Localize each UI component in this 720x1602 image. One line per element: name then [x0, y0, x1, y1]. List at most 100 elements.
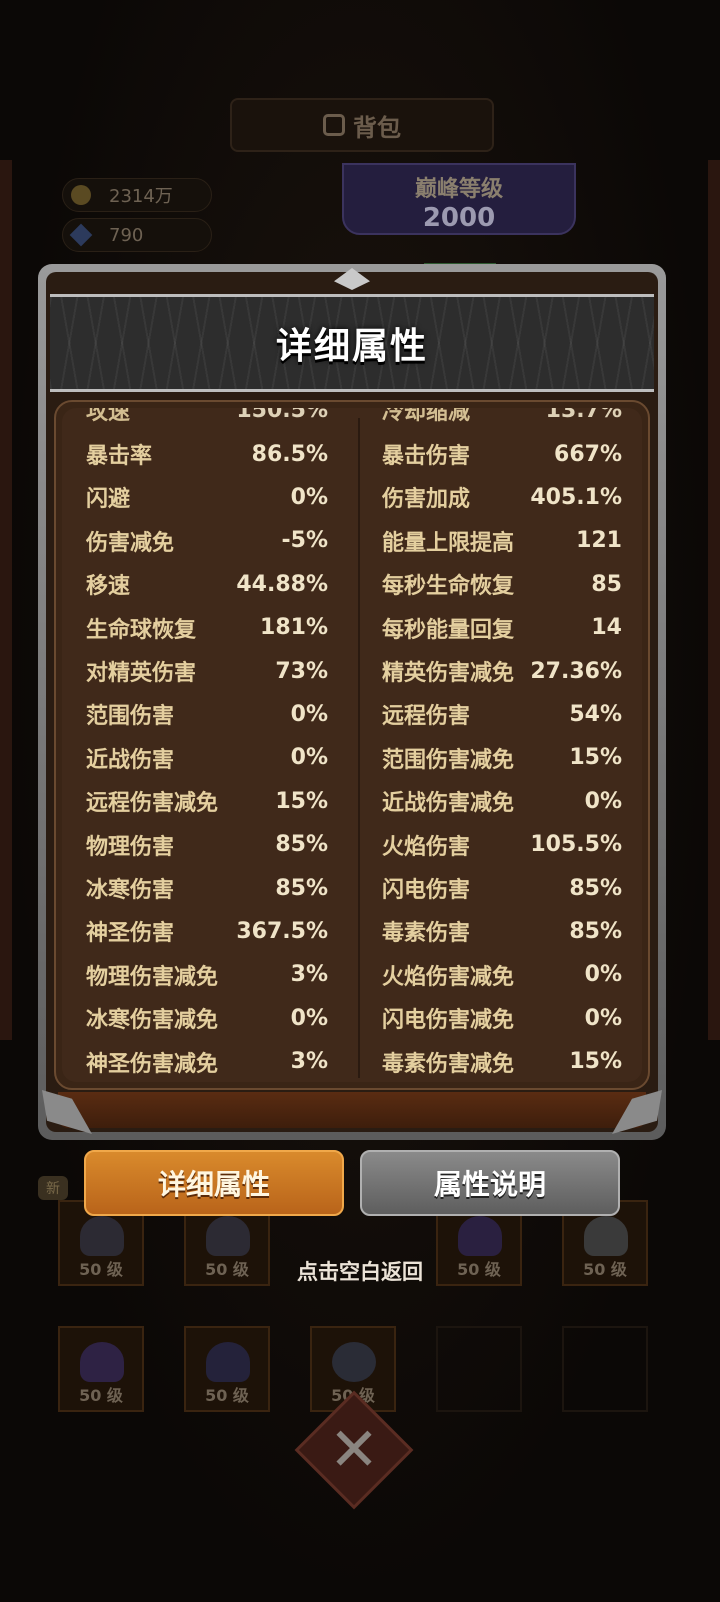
peak-level-badge: 巅峰等级 2000: [342, 163, 576, 235]
attribute-value: 0%: [290, 484, 328, 510]
attribute-label: 冰寒伤害: [86, 878, 175, 903]
tab-attribute-description[interactable]: 属性说明: [360, 1150, 620, 1216]
attribute-label: 每秒生命恢复: [382, 574, 515, 600]
bag-title-bar: 背包: [230, 98, 494, 152]
attribute-label: 闪电伤害: [382, 878, 471, 903]
attribute-value: 15%: [275, 788, 328, 814]
attribute-row: 神圣伤害 367.5% 毒素伤害 85%: [62, 911, 642, 951]
attribute-label: 闪避: [86, 487, 131, 513]
inventory-slot-empty[interactable]: [436, 1326, 522, 1412]
attribute-row: 物理伤害减免 3% 火焰伤害减免 0%: [62, 955, 642, 995]
gem-icon: [69, 223, 93, 247]
attribute-list[interactable]: 攻速 150.5% 冷却缩减 13.7% 暴击率 86.5% 暴击伤害 667% 闪避 0…: [62, 408, 642, 1082]
attribute-value: 85: [591, 571, 622, 597]
tap-to-return-hint: 点击空白返回: [297, 1260, 423, 1284]
bag-title: 背包: [353, 113, 401, 142]
attribute-value: 85%: [569, 875, 622, 901]
attribute-label: 冷却缩减: [382, 408, 471, 425]
attribute-value: 150.5%: [236, 408, 328, 423]
attribute-label: 能量上限提高: [382, 530, 515, 556]
attribute-label: 对精英伤害: [86, 661, 197, 686]
attribute-label: 范围伤害减免: [382, 747, 515, 773]
attribute-value: 405.1%: [530, 484, 622, 510]
attribute-row: 物理伤害 85% 火焰伤害 105.5%: [62, 825, 642, 865]
tab-detail-attributes[interactable]: 详细属性: [84, 1150, 344, 1216]
attribute-value: 0%: [584, 788, 622, 814]
attribute-label: 移速: [86, 574, 131, 600]
attribute-value: 3%: [290, 1049, 328, 1075]
attribute-row: 伤害减免 -5% 能量上限提高 121: [62, 521, 642, 561]
attribute-label: 范围伤害: [86, 704, 175, 730]
frame-right-edge: [708, 160, 720, 1040]
attribute-label: 神圣伤害: [86, 921, 175, 947]
attribute-value: 73%: [275, 658, 328, 684]
attribute-label: 毒素伤害: [382, 921, 471, 947]
attribute-value: 121: [576, 528, 622, 554]
attribute-value: 85%: [275, 832, 328, 858]
inventory-slot[interactable]: 50 级: [184, 1326, 270, 1412]
attribute-row: 神圣伤害减免 3% 毒素伤害减免 15%: [62, 1042, 642, 1082]
attribute-row: 远程伤害减免 15% 近战伤害减免 0%: [62, 781, 642, 821]
attribute-value: 0%: [290, 1005, 328, 1031]
attribute-row-partial: 攻速 150.5% 冷却缩减 13.7%: [62, 408, 642, 430]
attribute-label: 神圣伤害减免: [86, 1051, 219, 1077]
attribute-value: 181%: [260, 615, 328, 641]
attribute-label: 暴击率: [86, 444, 153, 469]
attribute-value: 27.36%: [530, 658, 622, 684]
attribute-row: 范围伤害 0% 远程伤害 54%: [62, 694, 642, 734]
modal-title: 详细属性: [275, 326, 428, 367]
attribute-row: 冰寒伤害 85% 闪电伤害 85%: [62, 868, 642, 908]
peak-level-value: 2000: [422, 203, 496, 233]
gem-counter: 790: [62, 218, 212, 252]
attribute-label: 生命球恢复: [86, 617, 197, 643]
attribute-row: 冰寒伤害减免 0% 闪电伤害减免 0%: [62, 998, 642, 1038]
attribute-row: 近战伤害 0% 范围伤害减免 15%: [62, 738, 642, 778]
gold-value: 2314万: [109, 186, 173, 207]
attribute-label: 近战伤害: [86, 747, 175, 773]
detail-attributes-modal: 详细属性 攻速 150.5% 冷却缩减 13.7% 暴击率 86.5% 暴击伤害 66…: [38, 264, 666, 1140]
inventory-slot[interactable]: 50 级: [58, 1326, 144, 1412]
attribute-label: 每秒能量回复: [382, 617, 515, 643]
attribute-value: 667%: [554, 441, 622, 467]
attribute-row: 闪避 0% 伤害加成 405.1%: [62, 477, 642, 517]
hat-icon: [80, 1216, 124, 1256]
attribute-row: 暴击率 86.5% 暴击伤害 667%: [62, 434, 642, 474]
attribute-value: 85%: [275, 875, 328, 901]
inventory-slot-empty[interactable]: [562, 1326, 648, 1412]
attribute-value: 86.5%: [251, 441, 328, 467]
attribute-value: 85%: [569, 918, 622, 944]
attribute-value: 0%: [584, 962, 622, 988]
attribute-value: 3%: [290, 962, 328, 988]
attribute-value: 15%: [569, 745, 622, 771]
attribute-label: 远程伤害减免: [86, 791, 219, 817]
attribute-value: 367.5%: [236, 918, 328, 944]
attribute-value: 13.7%: [545, 408, 622, 423]
gem-value: 790: [109, 224, 144, 246]
attribute-label: 冰寒伤害减免: [86, 1008, 219, 1034]
necklace-icon: [206, 1342, 250, 1382]
frame-left-edge: [0, 160, 12, 1040]
peak-level-label: 巅峰等级: [414, 177, 503, 202]
gem-item-icon: [80, 1342, 124, 1382]
attribute-label: 物理伤害: [86, 834, 175, 860]
attribute-value: 54%: [569, 701, 622, 727]
attribute-value: 15%: [569, 1049, 622, 1075]
attribute-row: 生命球恢复 181% 每秒能量回复 14: [62, 608, 642, 648]
bag-icon: [323, 114, 345, 136]
attribute-value: 0%: [290, 701, 328, 727]
gold-coin-icon: [71, 185, 91, 205]
attribute-label: 精英伤害减免: [382, 661, 515, 686]
attribute-value: 14: [591, 615, 622, 641]
helmet-icon: [584, 1216, 628, 1256]
modal-bottom-trim: [58, 1092, 646, 1128]
ring-icon: [332, 1342, 376, 1382]
attribute-row: 对精英伤害 73% 精英伤害减免 27.36%: [62, 651, 642, 691]
attribute-list-panel[interactable]: 攻速 150.5% 冷却缩减 13.7% 暴击率 86.5% 暴击伤害 667% 闪避 0…: [54, 400, 650, 1090]
close-icon[interactable]: ✕: [312, 1408, 396, 1492]
hat-icon: [206, 1216, 250, 1256]
attribute-row: 移速 44.88% 每秒生命恢复 85: [62, 564, 642, 604]
attribute-value: 105.5%: [530, 832, 622, 858]
pants-icon: [458, 1216, 502, 1256]
attribute-label: 物理伤害减免: [86, 964, 219, 990]
attribute-value: 0%: [584, 1005, 622, 1031]
